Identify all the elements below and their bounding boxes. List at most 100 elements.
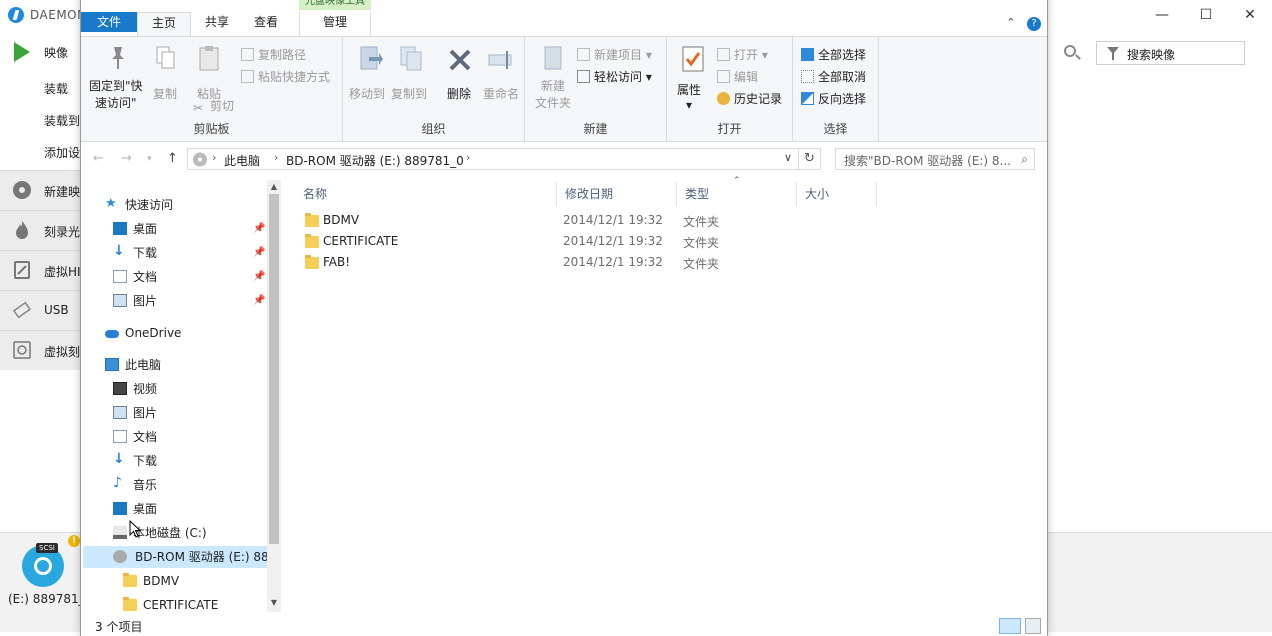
scrollbar-thumb[interactable] <box>269 194 279 544</box>
file-row[interactable]: CERTIFICATE 2014/12/1 19:32 文件夹 <box>295 231 855 252</box>
tab-manage[interactable]: 管理 <box>299 12 371 36</box>
rename-button[interactable]: 重命名 <box>483 85 519 102</box>
address-bar[interactable]: › 此电脑 › BD-ROM 驱动器 (E:) 889781_0 › ∨ <box>187 148 799 170</box>
cut-button[interactable]: ✂ 剪切 <box>193 97 234 115</box>
nav-burn[interactable]: 刻录光 <box>0 210 82 250</box>
select-none-button[interactable]: 全部取消 <box>801 68 866 85</box>
nav-images[interactable]: 映像 <box>44 44 68 61</box>
pinned-icon[interactable]: 📌 <box>253 290 265 312</box>
tab-home[interactable]: 主页 <box>137 12 191 36</box>
nav-pc-documents[interactable]: 文档 <box>113 426 263 448</box>
address-dropdown-icon[interactable]: ∨ <box>784 151 792 164</box>
recent-locations-icon[interactable]: ▾ <box>147 154 152 164</box>
file-row[interactable]: FAB! 2014/12/1 19:32 文件夹 <box>295 252 855 273</box>
nav-add-device[interactable]: 添加设 <box>44 144 80 161</box>
nav-onedrive[interactable]: OneDrive <box>105 322 265 344</box>
status-bar: 3 个项目 <box>81 618 1047 636</box>
nav-pc-downloads[interactable]: ↓ 下载 <box>113 450 263 472</box>
pin-label-2: 速访问" <box>95 96 137 110</box>
copy-to-button[interactable]: 复制到 <box>391 85 427 102</box>
select-none-label: 全部取消 <box>818 70 867 84</box>
nav-virtual-hdd[interactable]: 虚拟HI <box>0 250 82 290</box>
breadcrumb-separator[interactable]: › <box>212 151 216 164</box>
breadcrumb-separator[interactable]: › <box>274 151 278 164</box>
search-icon[interactable] <box>1064 45 1076 57</box>
copy-path-button[interactable]: 复制路径 <box>241 46 306 63</box>
minimize-button[interactable]: — <box>1142 4 1182 26</box>
refresh-button[interactable]: ↻ <box>799 148 821 170</box>
help-icon[interactable]: ? <box>1027 17 1041 31</box>
move-to-button[interactable]: 移动到 <box>349 85 385 102</box>
copy-button[interactable]: 复制 <box>153 85 177 102</box>
close-button[interactable]: ✕ <box>1230 4 1270 26</box>
scsi-badge: SCSI <box>36 543 58 553</box>
open-group: 属性 ▾ 打开 ▾ 编辑 历史记录 打开 <box>667 37 793 141</box>
column-header-type[interactable]: 类型 <box>677 182 797 206</box>
nav-mount-to[interactable]: 装载到 <box>44 112 80 129</box>
nav-pc-pictures[interactable]: 图片 <box>113 402 263 424</box>
forward-arrow-icon[interactable]: → <box>121 151 132 166</box>
nav-qa-desktop[interactable]: 桌面 📌 <box>113 218 265 240</box>
new-item-button[interactable]: 新建项目 ▾ <box>577 46 652 63</box>
nav-new-image[interactable]: 新建映 <box>0 170 82 210</box>
column-header-size[interactable]: 大小 <box>797 182 877 206</box>
nav-folder-bdmv[interactable]: BDMV <box>123 570 263 592</box>
collapse-ribbon-icon[interactable]: ⌃ <box>1006 16 1015 29</box>
nav-quick-access[interactable]: ★ 快速访问 <box>105 194 265 216</box>
nav-bd-rom-drive[interactable]: BD-ROM 驱动器 (E:) 88 <box>83 546 269 568</box>
daemon-app-title: DAEMON <box>30 8 87 22</box>
nav-pc-music[interactable]: ♪ 音乐 <box>113 474 263 496</box>
properties-button[interactable]: 属性 ▾ <box>677 81 701 112</box>
nav-pc-desktop[interactable]: 桌面 <box>113 498 263 520</box>
nav-pc-local-disk-label: 本地磁盘 (C:) <box>133 526 207 540</box>
file-row[interactable]: BDMV 2014/12/1 19:32 文件夹 <box>295 210 855 231</box>
item-count: 3 个项目 <box>95 620 143 634</box>
new-folder-button[interactable]: 新建 文件夹 <box>535 77 571 111</box>
scroll-up-icon[interactable]: ▲ <box>269 182 279 192</box>
select-all-button[interactable]: 全部选择 <box>801 46 866 63</box>
nav-scrollbar[interactable]: ▲ ▼ <box>267 180 281 612</box>
up-arrow-icon[interactable]: ↑ <box>167 151 178 166</box>
nav-virtual-burner[interactable]: 虚拟刻 <box>0 330 82 370</box>
video-icon <box>113 382 127 395</box>
ribbon: 固定到"快 速访问" 复制 粘贴 复制路径 粘贴快捷方式 ✂ 剪切 剪贴板 移动到 … <box>81 36 1047 142</box>
nav-qa-pictures[interactable]: 图片 📌 <box>113 290 265 312</box>
maximize-button[interactable]: ☐ <box>1186 4 1226 26</box>
tab-share[interactable]: 共享 <box>195 12 239 32</box>
open-button[interactable]: 打开 ▾ <box>717 46 768 63</box>
nav-usb[interactable]: USB <box>0 290 82 330</box>
nav-this-pc[interactable]: 此电脑 <box>105 354 265 376</box>
nav-mount[interactable]: 装载 <box>44 80 68 97</box>
delete-button[interactable]: 删除 <box>447 85 471 102</box>
search-input[interactable]: 搜索"BD-ROM 驱动器 (E:) 8... ⌕ <box>835 148 1035 170</box>
nav-pc-videos-label: 视频 <box>133 382 158 396</box>
history-button[interactable]: 历史记录 <box>717 90 782 107</box>
edit-button[interactable]: 编辑 <box>717 68 758 85</box>
breadcrumb-this-pc[interactable]: 此电脑 <box>224 152 260 169</box>
column-header-date[interactable]: 修改日期 <box>557 182 677 206</box>
paste-shortcut-button[interactable]: 粘贴快捷方式 <box>241 68 330 85</box>
image-search-input[interactable]: 搜索映像 <box>1096 41 1245 65</box>
properties-icon <box>682 46 704 72</box>
pinned-icon[interactable]: 📌 <box>253 218 265 240</box>
pictures-icon <box>113 406 127 419</box>
nav-qa-documents[interactable]: 文档 📌 <box>113 266 265 288</box>
tab-file[interactable]: 文件 <box>81 12 137 32</box>
nav-folder-certificate[interactable]: CERTIFICATE <box>123 594 263 616</box>
column-header-name[interactable]: 名称 <box>295 182 557 206</box>
breadcrumb-separator[interactable]: › <box>466 151 470 164</box>
breadcrumb-drive[interactable]: BD-ROM 驱动器 (E:) 889781_0 <box>286 152 464 169</box>
play-icon <box>14 42 30 62</box>
pinned-icon[interactable]: 📌 <box>253 242 265 264</box>
tab-view[interactable]: 查看 <box>243 12 289 32</box>
easy-access-button[interactable]: 轻松访问 ▾ <box>577 68 652 85</box>
scroll-down-icon[interactable]: ▼ <box>269 598 279 608</box>
back-arrow-icon[interactable]: ← <box>93 151 104 166</box>
pinned-icon[interactable]: 📌 <box>253 266 265 288</box>
invert-selection-button[interactable]: 反向选择 <box>801 90 866 107</box>
select-group: 全部选择 全部取消 反向选择 选择 <box>793 37 879 141</box>
nav-qa-downloads-label: 下载 <box>133 246 158 260</box>
nav-pc-videos[interactable]: 视频 <box>113 378 263 400</box>
pin-quick-access-button[interactable]: 固定到"快 速访问" <box>89 77 143 111</box>
nav-qa-downloads[interactable]: ↓ 下载 📌 <box>113 242 265 264</box>
